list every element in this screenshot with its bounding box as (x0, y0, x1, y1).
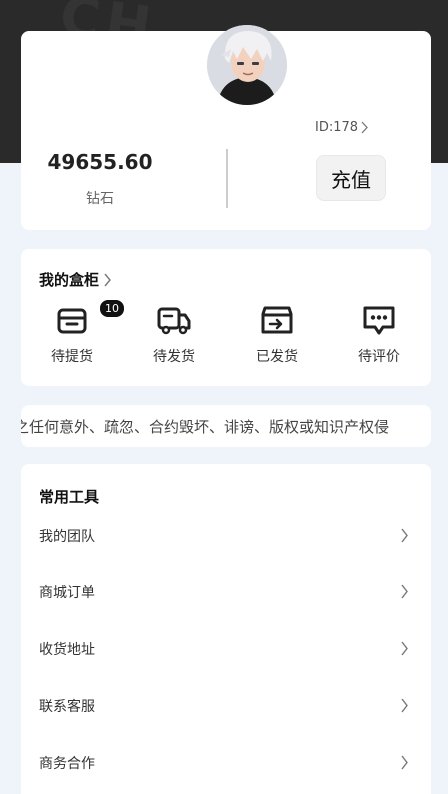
tool-item-label: 商城订单 (39, 585, 95, 601)
chevron-right-icon (401, 584, 408, 599)
balance-value: 49655.60 (47, 150, 153, 174)
order-item-label: 待提货 (51, 349, 93, 365)
user-id-label: ID:178 (315, 120, 359, 135)
truck-icon (157, 307, 191, 335)
order-item-pending-ship[interactable]: 待发货 (134, 302, 214, 372)
order-item-to-review[interactable]: 待评价 (339, 302, 419, 372)
tool-item-mall-orders[interactable]: 商城订单 (21, 572, 431, 612)
shipped-box-icon (261, 306, 293, 334)
tools-title: 常用工具 (39, 488, 100, 506)
tool-item-label: 收货地址 (39, 642, 95, 658)
order-item-label: 待评价 (358, 349, 400, 365)
chevron-right-icon (401, 755, 408, 770)
notice-text: 之任何意外、疏忽、合约毁坏、诽谤、版权或知识产权侵 (21, 418, 390, 436)
order-item-shipped[interactable]: 已发货 (237, 302, 317, 372)
tool-item-customer-service[interactable]: 联系客服 (21, 686, 431, 726)
tool-item-label: 联系客服 (39, 699, 95, 715)
box-icon (57, 308, 87, 334)
recharge-button[interactable]: 充值 (316, 155, 386, 201)
tool-item-shipping-address[interactable]: 收货地址 (21, 629, 431, 669)
tool-item-label: 商务合作 (39, 756, 95, 772)
orders-title-link[interactable]: 我的盒柜 (39, 269, 112, 290)
comment-icon (363, 306, 395, 335)
chevron-right-icon (104, 273, 111, 286)
orders-card: 我的盒柜 待提货 10 待发货 已发货 待评价 (21, 249, 431, 386)
chevron-right-icon (361, 121, 368, 134)
chevron-right-icon (401, 641, 408, 656)
tool-item-business-cooperation[interactable]: 商务合作 (21, 743, 431, 783)
balance-label: 钻石 (86, 191, 114, 207)
tool-item-my-team[interactable]: 我的团队 (21, 516, 431, 556)
orders-title: 我的盒柜 (39, 271, 100, 289)
chevron-right-icon (401, 528, 408, 543)
tools-card: 常用工具 我的团队 商城订单 收货地址 联系客服 商务合作 (21, 464, 431, 794)
order-item-label: 已发货 (256, 349, 298, 365)
notice-marquee[interactable]: 之任何意外、疏忽、合约毁坏、诽谤、版权或知识产权侵 (21, 405, 431, 447)
order-item-pending-pickup[interactable]: 待提货 10 (32, 299, 125, 372)
chevron-right-icon (401, 698, 408, 713)
divider (226, 149, 228, 208)
order-item-label: 待发货 (153, 349, 195, 365)
count-badge: 10 (99, 299, 125, 318)
avatar[interactable] (207, 25, 287, 105)
tool-item-label: 我的团队 (39, 529, 95, 545)
user-id[interactable]: ID:178 (315, 120, 369, 135)
